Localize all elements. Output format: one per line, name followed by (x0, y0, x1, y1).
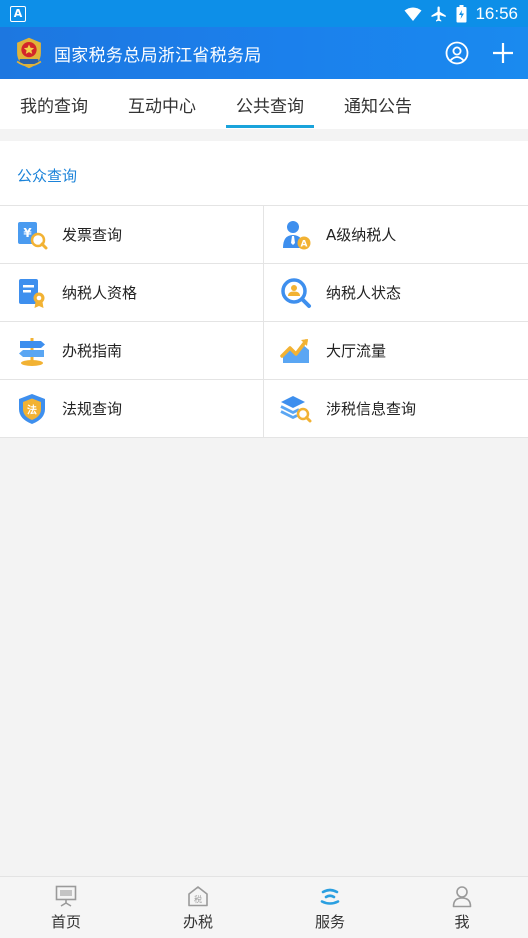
layers-search-icon (280, 395, 312, 422)
grid-item-label: 法规查询 (62, 400, 123, 418)
grid-item-taxpayer-qualification[interactable]: 纳税人资格 (0, 264, 264, 322)
nav-home[interactable]: 首页 (0, 877, 132, 938)
tab-bar: 我的查询 互动中心 公共查询 通知公告 (0, 79, 528, 135)
trend-chart-icon (280, 338, 309, 363)
law-shield-icon: 法 (19, 393, 45, 424)
plus-icon (493, 43, 513, 63)
account-button[interactable] (444, 40, 470, 66)
a-level-taxpayer-icon: A (283, 220, 311, 249)
home-icon (55, 885, 77, 907)
grid-item-tax-info-query[interactable]: 涉税信息查询 (264, 380, 528, 438)
svg-text:A: A (301, 239, 308, 249)
tab-interaction-center[interactable]: 互动中心 (118, 79, 206, 129)
add-button[interactable] (490, 40, 516, 66)
query-grid: ¥ 发票查询 A A级纳税人 纳税人资格 纳税人状态 办税指南 大厅流量 法 法… (0, 205, 528, 438)
taxpayer-qualification-icon (19, 278, 45, 308)
airplane-icon (431, 6, 447, 21)
header-actions (444, 40, 516, 66)
grid-item-invoice-query[interactable]: ¥ 发票查询 (0, 206, 264, 264)
grid-item-label: A级纳税人 (326, 226, 397, 244)
nav-label: 办税 (182, 912, 213, 931)
svg-text:¥: ¥ (23, 226, 32, 240)
app-title: 国家税务总局浙江省税务局 (54, 45, 262, 66)
grid-item-label: 纳税人资格 (62, 284, 138, 302)
status-icons: 16:56 (404, 4, 518, 24)
bottom-nav: 首页 税 办税 服务 我 (0, 876, 528, 938)
grid-item-label: 纳税人状态 (326, 284, 402, 302)
svg-text:税: 税 (194, 894, 202, 904)
svg-text:法: 法 (27, 403, 37, 416)
status-time: 16:56 (475, 3, 518, 23)
nav-label: 服务 (314, 912, 345, 931)
tab-my-queries[interactable]: 我的查询 (10, 79, 98, 129)
grid-item-label: 办税指南 (62, 342, 123, 360)
tax-house-icon: 税 (188, 885, 208, 906)
nav-me[interactable]: 我 (396, 877, 528, 938)
battery-icon (456, 4, 467, 22)
grid-item-taxpayer-status[interactable]: 纳税人状态 (264, 264, 528, 322)
app-header: 国家税务总局浙江省税务局 (0, 27, 528, 79)
nav-service[interactable]: 服务 (264, 877, 396, 938)
wifi-icon (404, 7, 422, 21)
grid-item-tax-guide[interactable]: 办税指南 (0, 322, 264, 380)
signpost-icon (19, 337, 45, 366)
person-icon (452, 885, 472, 907)
section-title: 公众查询 (17, 167, 78, 185)
grid-item-a-level-taxpayer[interactable]: A A级纳税人 (264, 206, 528, 264)
nav-label: 首页 (50, 912, 81, 931)
user-circle-icon (445, 41, 469, 65)
tab-public-queries[interactable]: 公共查询 (226, 79, 314, 129)
taxpayer-status-icon (281, 277, 311, 308)
grid-item-regulation-query[interactable]: 法 法规查询 (0, 380, 264, 438)
grid-item-label: 涉税信息查询 (326, 400, 417, 418)
grid-item-label: 大厅流量 (326, 342, 387, 360)
status-bar: A 16:56 (0, 0, 528, 27)
grid-item-hall-traffic[interactable]: 大厅流量 (264, 322, 528, 380)
nav-label: 我 (454, 912, 470, 931)
service-icon (320, 888, 340, 905)
tab-announcements[interactable]: 通知公告 (334, 79, 422, 129)
tax-emblem-icon (16, 37, 42, 69)
public-query-section: 公众查询 ¥ 发票查询 A A级纳税人 纳税人资格 纳税人状态 办税指南 大厅流… (0, 141, 528, 438)
grid-item-label: 发票查询 (62, 226, 123, 244)
nav-tax[interactable]: 税 办税 (132, 877, 264, 938)
invoice-search-icon: ¥ (18, 221, 48, 249)
notification-a-icon: A (10, 5, 26, 22)
